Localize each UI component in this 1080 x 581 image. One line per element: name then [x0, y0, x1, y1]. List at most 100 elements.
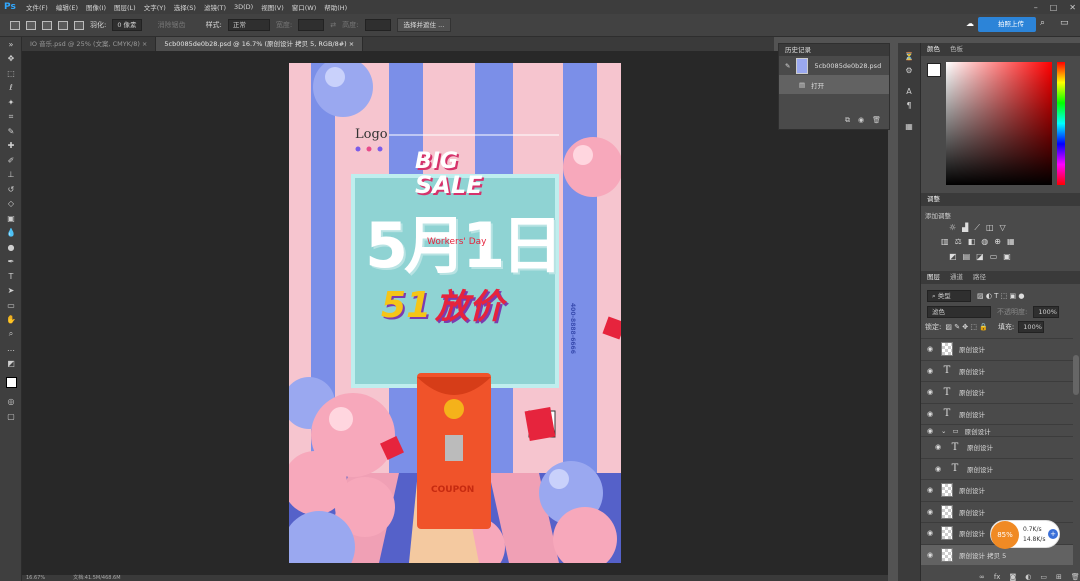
- menu-layer[interactable]: 图层(L): [110, 2, 140, 12]
- selective-color-icon[interactable]: ▣: [1003, 252, 1011, 261]
- hand-tool-icon[interactable]: ✋: [0, 313, 22, 328]
- brush-tool-icon[interactable]: ✐: [0, 153, 22, 168]
- default-colors-icon[interactable]: ◩: [0, 356, 22, 371]
- layer-kind-select[interactable]: ⌕ 类型: [927, 290, 971, 302]
- type-tool-icon[interactable]: T: [0, 269, 22, 284]
- screen-mode-icon[interactable]: ▢: [0, 409, 22, 424]
- hue-saturation-icon[interactable]: ▥: [941, 237, 949, 246]
- tab-document-1[interactable]: IO 音乐.psd @ 25% (文案, CMYK/8) ×: [22, 37, 157, 51]
- blur-tool-icon[interactable]: 💧: [0, 226, 22, 241]
- pen-tool-icon[interactable]: ✒: [0, 255, 22, 270]
- channel-mixer-icon[interactable]: ⊕: [994, 237, 1001, 246]
- workspace-icon[interactable]: ▭: [1060, 18, 1069, 28]
- filter-icons[interactable]: ▨ ◐ T ⬚ ▣ ●: [977, 292, 1024, 300]
- layer-row[interactable]: ◉ 原创设计: [921, 338, 1073, 360]
- menu-help[interactable]: 帮助(H): [320, 2, 351, 12]
- tab-color[interactable]: 颜色: [927, 43, 940, 56]
- eye-icon[interactable]: ◉: [935, 465, 943, 473]
- eye-icon[interactable]: ◉: [927, 551, 935, 559]
- color-balance-icon[interactable]: ⚖: [955, 237, 962, 246]
- stamp-tool-icon[interactable]: ⊥: [0, 168, 22, 183]
- history-panel-icon[interactable]: ⏳: [898, 49, 920, 64]
- cloud-upload-button[interactable]: 拍照上传: [978, 17, 1036, 32]
- zoom-level[interactable]: 16.67%: [26, 575, 45, 581]
- dodge-tool-icon[interactable]: ●: [0, 240, 22, 255]
- width-input[interactable]: [298, 19, 325, 31]
- brightness-icon[interactable]: ☼: [949, 223, 956, 233]
- path-select-icon[interactable]: ➤: [0, 284, 22, 299]
- menu-filter[interactable]: 滤镜(T): [200, 2, 230, 12]
- eye-icon[interactable]: ◉: [935, 443, 943, 451]
- layer-row[interactable]: ◉ T 原创设计: [921, 381, 1073, 403]
- layer-row[interactable]: ◉ T 原创设计: [921, 402, 1073, 425]
- gradient-tool-icon[interactable]: ▣: [0, 211, 22, 226]
- feather-input[interactable]: 0 像素: [112, 19, 142, 31]
- crop-tool-icon[interactable]: ⌗: [0, 110, 22, 125]
- plus-icon[interactable]: +: [1048, 529, 1058, 539]
- lasso-tool-icon[interactable]: ℓ: [0, 81, 22, 96]
- subtract-selection-icon[interactable]: [58, 20, 68, 30]
- search-icon[interactable]: ⌕: [1040, 18, 1045, 28]
- menu-edit[interactable]: 编辑(E): [52, 2, 82, 12]
- threshold-icon[interactable]: ◪: [976, 252, 984, 261]
- invert-icon[interactable]: ◩: [949, 252, 957, 261]
- photo-filter-icon[interactable]: ◍: [981, 237, 988, 246]
- gradient-map-icon[interactable]: ▭: [990, 252, 998, 261]
- properties-panel-icon[interactable]: ⚙: [898, 64, 920, 79]
- new-layer-icon[interactable]: ⊞: [1056, 573, 1062, 581]
- trash-icon[interactable]: 🗑: [872, 116, 881, 125]
- eye-icon[interactable]: ◉: [927, 388, 935, 396]
- menu-file[interactable]: 文件(F): [22, 2, 52, 12]
- eye-icon[interactable]: ◉: [927, 410, 935, 418]
- eyedropper-icon[interactable]: ✎: [0, 124, 22, 139]
- close-icon[interactable]: ✕: [1069, 3, 1076, 12]
- menu-select[interactable]: 选择(S): [170, 2, 200, 12]
- exposure-icon[interactable]: ◫: [986, 223, 994, 233]
- color-field[interactable]: [946, 62, 1052, 185]
- eye-icon[interactable]: ◉: [927, 427, 935, 435]
- add-selection-icon[interactable]: [42, 20, 52, 30]
- menu-image[interactable]: 图像(I): [82, 2, 110, 12]
- menu-window[interactable]: 窗口(W): [288, 2, 321, 12]
- new-document-from-state-icon[interactable]: ⧉: [845, 116, 850, 125]
- maximize-icon[interactable]: □: [1050, 3, 1058, 12]
- menu-3d[interactable]: 3D(D): [230, 3, 257, 11]
- more-tools-icon[interactable]: …: [0, 342, 22, 357]
- eye-icon[interactable]: ◉: [927, 486, 935, 494]
- eye-icon[interactable]: ◉: [927, 367, 935, 375]
- levels-icon[interactable]: ▟: [962, 223, 968, 233]
- color-lookup-icon[interactable]: ▦: [1007, 237, 1015, 246]
- adjustment-icon[interactable]: ◐: [1025, 573, 1031, 581]
- foreground-color-swatch[interactable]: [927, 63, 941, 77]
- healing-brush-icon[interactable]: ✚: [0, 139, 22, 154]
- eye-icon[interactable]: ◉: [927, 529, 935, 537]
- layers-scrollbar[interactable]: [1073, 355, 1079, 395]
- eye-icon[interactable]: ◉: [927, 508, 935, 516]
- fill-input[interactable]: 100%: [1018, 321, 1045, 333]
- tab-layers[interactable]: 图层: [927, 271, 940, 284]
- tab-document-2[interactable]: 5cb0085de0b28.psd @ 16.7% (原创设计 拷贝 5, RG…: [156, 37, 364, 51]
- zoom-tool-icon[interactable]: ⌕: [0, 327, 22, 342]
- link-icon[interactable]: ∞: [979, 573, 985, 581]
- libraries-panel-icon[interactable]: ▦: [898, 119, 920, 134]
- poster-artwork[interactable]: Logo BIG SALE 5月1日 Workers' Day 51 放价 CO…: [289, 63, 621, 563]
- layer-group-row[interactable]: ◉ ⌄ ▭ 原创设计: [921, 424, 1073, 436]
- intersect-selection-icon[interactable]: [74, 20, 84, 30]
- fx-icon[interactable]: fx: [994, 573, 1001, 581]
- minimize-icon[interactable]: –: [1034, 3, 1038, 12]
- snapshot-camera-icon[interactable]: ◉: [858, 116, 864, 125]
- marquee-preset-icon[interactable]: [10, 20, 20, 30]
- swap-icon[interactable]: ⇄: [330, 21, 336, 29]
- marquee-tool-icon[interactable]: ⬚: [0, 66, 22, 81]
- delete-icon[interactable]: 🗑: [1071, 573, 1080, 581]
- layer-row[interactable]: ◉ T 原创设计: [921, 359, 1073, 382]
- shape-tool-icon[interactable]: ▭: [0, 298, 22, 313]
- vibrance-icon[interactable]: ▽: [1000, 223, 1006, 233]
- menu-view[interactable]: 视图(V): [257, 2, 288, 12]
- chevron-down-icon[interactable]: ⌄: [941, 427, 946, 435]
- lock-icons[interactable]: ▨ ✎ ✥ ⬚ 🔒: [945, 323, 988, 331]
- layer-row[interactable]: ◉ T 原创设计: [921, 436, 1073, 458]
- collapse-icon[interactable]: »: [0, 37, 22, 52]
- eraser-tool-icon[interactable]: ◇: [0, 197, 22, 212]
- style-select[interactable]: 正常: [227, 19, 270, 31]
